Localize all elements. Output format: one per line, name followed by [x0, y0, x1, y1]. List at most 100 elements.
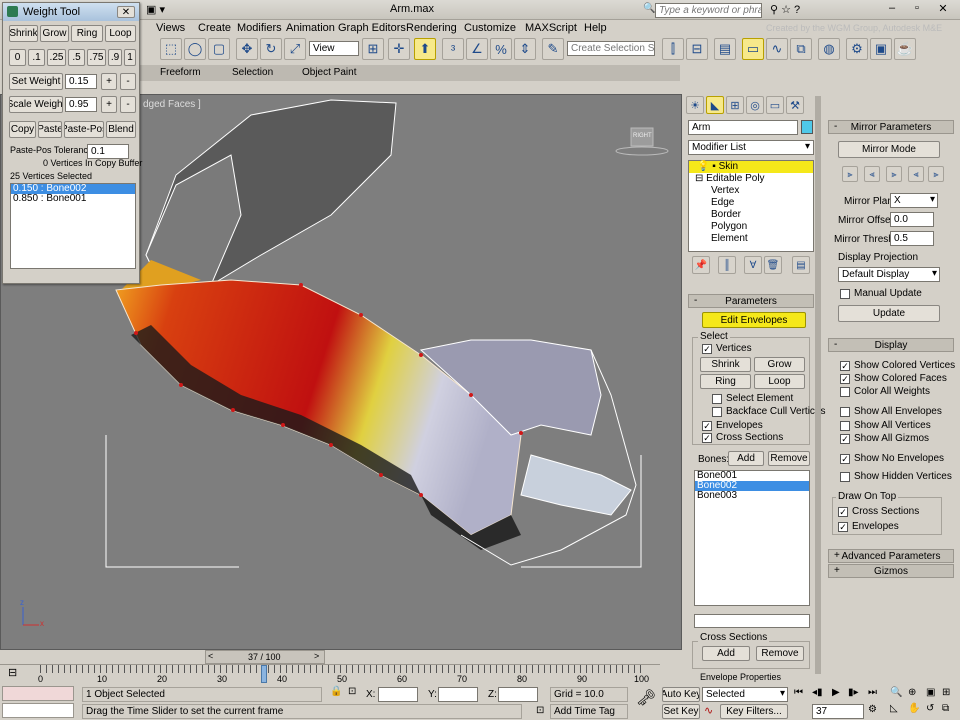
wt-paste-button[interactable]: Paste [38, 121, 62, 138]
dot-envelopes-checkbox[interactable]: ✓ Envelopes [838, 521, 899, 532]
mirror-paste-blue-icon[interactable]: ⫷ [864, 166, 880, 182]
create-tab-icon[interactable]: ☀ [686, 96, 704, 114]
wt-set-weight-button[interactable]: Set Weight [9, 73, 63, 90]
y-coord-field[interactable] [438, 687, 478, 702]
cross-sections-checkbox[interactable]: ✓ Cross Sections [702, 432, 783, 443]
wt-paste-pos-button[interactable]: Paste-Pos [64, 121, 104, 138]
parameters-rollout[interactable]: - Parameters [688, 294, 814, 308]
zoom-all-icon[interactable]: ⊕ [908, 687, 916, 698]
menu-graph-editors[interactable]: Graph Editors [338, 22, 406, 34]
angle-snap-icon[interactable]: ∠ [466, 38, 488, 60]
envelopes-checkbox[interactable]: ✓ Envelopes [702, 420, 763, 431]
ribbon-tab-selection[interactable]: Selection [232, 67, 273, 78]
mirror-paste-verts-icon[interactable]: ⫸ [928, 166, 944, 182]
close-button[interactable]: ✕ [930, 2, 956, 18]
ribbon-tab-object-paint[interactable]: Object Paint [302, 67, 356, 78]
stack-item-edge[interactable]: Edge [689, 197, 813, 209]
stack-item-polygon[interactable]: Polygon [689, 221, 813, 233]
mirror-icon[interactable]: ⫿ [662, 38, 684, 60]
time-config-icon[interactable]: ⚙ [868, 704, 877, 715]
manipulate-icon[interactable]: ✛ [388, 38, 410, 60]
schematic-icon[interactable]: ⧉ [790, 38, 812, 60]
window-crossing-icon[interactable]: ▢ [208, 38, 230, 60]
pin-stack-icon[interactable]: 📌 [692, 256, 710, 274]
wt-preset-09[interactable]: .9 [108, 49, 122, 66]
pivot-icon[interactable]: ⊞ [362, 38, 384, 60]
key-filters-button[interactable]: Key Filters... [720, 704, 788, 719]
spinner-snap-icon[interactable]: ⇕ [514, 38, 536, 60]
ribbon-tab-freeform[interactable]: Freeform [160, 67, 201, 78]
bones-remove-button[interactable]: Remove [768, 451, 810, 466]
shrink-button[interactable]: Shrink [700, 357, 751, 372]
display-projection-dropdown[interactable]: Default Display ▾ [838, 267, 940, 282]
bone-item[interactable]: Bone003 [695, 491, 809, 501]
show-colored-vertices-checkbox[interactable]: ✓ Show Colored Vertices [840, 360, 955, 371]
wt-scale-weight-minus[interactable]: - [120, 96, 136, 113]
remove-modifier-icon[interactable]: 🗑 [764, 256, 782, 274]
stack-item-editable-poly[interactable]: ⊟ Editable Poly [689, 173, 813, 185]
move-icon[interactable]: ✥ [236, 38, 258, 60]
manual-update-checkbox[interactable]: Manual Update [840, 288, 922, 299]
configure-sets-icon[interactable]: ▤ [792, 256, 810, 274]
ring-button[interactable]: Ring [700, 374, 751, 389]
gizmos-rollout[interactable]: + Gizmos [828, 564, 954, 578]
fov-icon[interactable]: ◺ [890, 703, 898, 714]
lock-icon[interactable]: 🔒 [330, 686, 342, 697]
align-icon[interactable]: ⊟ [686, 38, 708, 60]
wt-set-weight-minus[interactable]: - [120, 73, 136, 90]
viewcube-label[interactable]: RIGHT [633, 133, 652, 139]
bones-scroll-field[interactable] [694, 614, 810, 628]
motion-tab-icon[interactable]: ◎ [746, 96, 764, 114]
advanced-parameters-rollout[interactable]: + Advanced Parameters [828, 549, 954, 563]
wt-shrink-button[interactable]: Shrink [9, 25, 38, 42]
orbit-icon[interactable]: ↺ [926, 703, 934, 714]
minimize-button[interactable]: – [880, 2, 904, 18]
z-coord-field[interactable] [498, 687, 538, 702]
wt-scale-weight-field[interactable]: 0.95 [65, 97, 97, 112]
show-all-gizmos-checkbox[interactable]: ✓ Show All Gizmos [840, 433, 929, 444]
show-all-vertices-checkbox[interactable]: Show All Vertices [840, 420, 931, 431]
app-icon[interactable]: ▣ ▾ [146, 3, 165, 16]
zoom-extents-all-icon[interactable]: ⊞ [942, 687, 950, 698]
edit-named-sel-icon[interactable]: ✎ [542, 38, 564, 60]
mirror-mode-button[interactable]: Mirror Mode [838, 141, 940, 158]
cs-add-button[interactable]: Add [702, 646, 750, 661]
cs-remove-button[interactable]: Remove [756, 646, 804, 661]
wt-preset-05[interactable]: .5 [68, 49, 85, 66]
wt-ring-button[interactable]: Ring [71, 25, 103, 42]
show-hidden-vertices-checkbox[interactable]: Show Hidden Vertices [840, 471, 952, 482]
percent-snap-icon[interactable]: % [490, 38, 512, 60]
wt-preset-075[interactable]: .75 [87, 49, 106, 66]
track-bar-icon[interactable]: ⊟ [8, 666, 17, 679]
mirror-parameters-rollout[interactable]: - Mirror Parameters [828, 120, 954, 134]
select-icon[interactable]: ⬚ [160, 38, 182, 60]
search-icon[interactable]: 🔍 [643, 3, 655, 14]
selected-dropdown[interactable]: Selected ▾ [702, 687, 788, 702]
show-colored-faces-checkbox[interactable]: ✓ Show Colored Faces [840, 373, 947, 384]
mirror-paste-bones-icon[interactable]: ⫷ [908, 166, 924, 182]
time-slider[interactable]: < 37 / 100 > [205, 650, 325, 664]
wt-bone-item[interactable]: 0.850 : Bone001 [11, 194, 135, 204]
layer-icon[interactable]: ▤ [714, 38, 736, 60]
goto-start-icon[interactable]: ⏮ [794, 687, 803, 698]
wt-set-weight-field[interactable]: 0.15 [65, 74, 97, 89]
wt-copy-button[interactable]: Copy [9, 121, 36, 138]
render-icon[interactable]: ☕ [894, 38, 916, 60]
goto-end-icon[interactable]: ⏭ [868, 687, 877, 698]
select-element-checkbox[interactable]: Select Element [712, 393, 793, 404]
wt-preset-025[interactable]: .25 [47, 49, 66, 66]
bones-list[interactable]: Bone001 Bone002 Bone003 [694, 470, 810, 606]
ribbon-icon[interactable]: ▭ [742, 38, 764, 60]
wt-bone-list[interactable]: 0.150 : Bone002 0.850 : Bone001 [10, 183, 136, 269]
modifier-list-dropdown[interactable]: Modifier List ▾ [688, 140, 814, 155]
show-end-result-icon[interactable]: ║ [718, 256, 736, 274]
wt-preset-01[interactable]: .1 [28, 49, 45, 66]
grow-button[interactable]: Grow [754, 357, 805, 372]
help-search-input[interactable]: Type a keyword or phrase [655, 3, 762, 18]
update-button[interactable]: Update [838, 305, 940, 322]
render-setup-icon[interactable]: ⚙ [846, 38, 868, 60]
object-name-field[interactable]: Arm [688, 120, 798, 135]
keyboard-shortcut-icon[interactable]: ⬆ [414, 38, 436, 60]
maxscript-listener[interactable] [2, 686, 74, 701]
menu-rendering[interactable]: Rendering [406, 22, 457, 34]
